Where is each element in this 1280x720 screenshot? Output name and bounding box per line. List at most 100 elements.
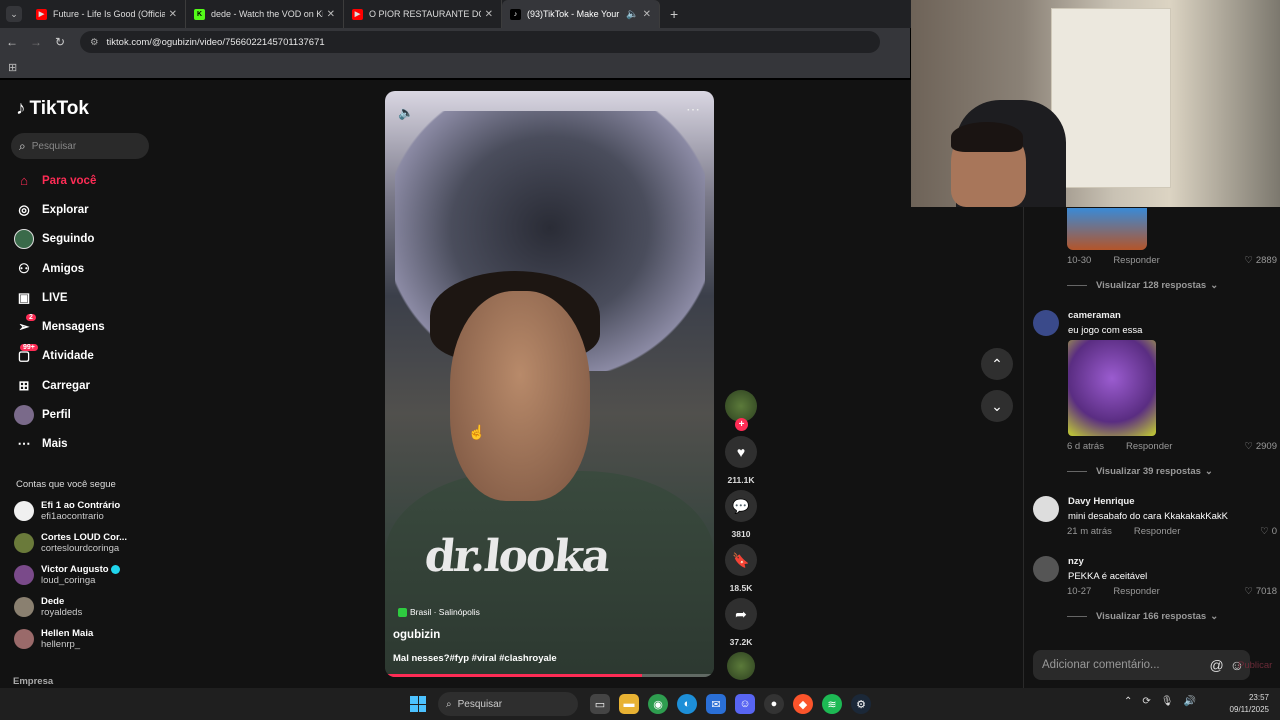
apps-grid-icon[interactable]: ⊞ xyxy=(8,61,17,74)
mention-icon[interactable]: @ xyxy=(1209,657,1223,673)
save-button[interactable]: 🔖 xyxy=(725,544,757,576)
video-progress-bar[interactable] xyxy=(385,674,714,677)
sidebar-item-atividade[interactable]: ▢ 99+ Atividade xyxy=(14,342,105,371)
webcam-cabinet xyxy=(1051,8,1171,188)
comment-sticker-image[interactable] xyxy=(1067,208,1147,250)
forward-arrow-icon[interactable]: → xyxy=(24,35,48,49)
search-input[interactable]: ⌕ Pesquisar xyxy=(11,133,149,159)
followed-account[interactable]: Dede royaldeds xyxy=(14,596,82,618)
new-tab-button[interactable]: + xyxy=(670,6,678,22)
avatar[interactable] xyxy=(1033,496,1059,522)
site-info-icon[interactable]: ⚙ xyxy=(90,37,99,48)
steam-icon[interactable]: ⚙ xyxy=(851,694,871,714)
speaker-icon[interactable]: 🔈 xyxy=(626,9,638,20)
comment-author[interactable]: nzy xyxy=(1068,556,1147,567)
close-tab-icon[interactable]: ✕ xyxy=(643,9,651,20)
outlook-icon[interactable]: ✉ xyxy=(706,694,726,714)
followed-account[interactable]: Victor Augusto loud_coringa xyxy=(14,564,120,586)
reload-icon[interactable]: ↻ xyxy=(48,35,72,49)
address-bar-row: ← → ↻ ⚙ tiktok.com/@ogubizin/video/75660… xyxy=(0,28,910,56)
music-disc-avatar[interactable] xyxy=(727,652,755,680)
chrome-icon[interactable]: ◉ xyxy=(648,694,668,714)
follow-plus-icon[interactable]: + xyxy=(735,418,748,431)
view-replies-button[interactable]: Visualizar 166 respostas ⌄ xyxy=(1067,611,1218,622)
comment-input[interactable]: Adicionar comentário... @ ☺ xyxy=(1033,650,1250,680)
sidebar-item-amigos[interactable]: ⚇ Amigos xyxy=(14,254,105,283)
comment-button[interactable]: 💬 xyxy=(725,490,757,522)
sidebar-item-carregar[interactable]: ⊞ Carregar xyxy=(14,371,105,400)
followed-account[interactable]: Hellen Maia hellenrp_ xyxy=(14,628,93,650)
sidebar-item-explorar[interactable]: ◎ Explorar xyxy=(14,195,105,224)
location-tag[interactable]: Brasil · Salinópolis xyxy=(398,607,480,617)
sidebar-item-para-voce[interactable]: ⌂ Para você xyxy=(14,166,105,195)
discord-icon[interactable]: ☺ xyxy=(735,694,755,714)
like-button[interactable]: ♥ xyxy=(725,436,757,468)
edge-icon[interactable]: ◐ xyxy=(677,694,697,714)
reply-button[interactable]: Responder xyxy=(1126,441,1172,452)
reply-button[interactable]: Responder xyxy=(1113,586,1159,597)
clock-date: 09/11/2025 xyxy=(1229,705,1269,714)
creator-avatar[interactable]: + xyxy=(725,390,757,431)
more-options-icon[interactable]: ⋯ xyxy=(686,101,700,118)
browser-tab[interactable]: ▶ O PIOR RESTAURANTE DO MUN ✕ xyxy=(344,0,502,28)
brave-icon[interactable]: ◆ xyxy=(793,694,813,714)
share-button[interactable]: ➦ xyxy=(725,598,757,630)
microphone-icon[interactable]: 🎙 xyxy=(1161,696,1174,707)
video-player[interactable]: dr.looka 🔈 ⋯ Brasil · Salinópolis ogubiz… xyxy=(385,91,714,677)
next-video-button[interactable]: ⌄ xyxy=(981,390,1013,422)
location-text: Brasil · Salinópolis xyxy=(410,607,480,617)
url-field[interactable]: ⚙ tiktok.com/@ogubizin/video/75660221457… xyxy=(80,31,880,53)
comment-author[interactable]: Davy Henrique xyxy=(1068,496,1228,507)
sidebar-item-label: Seguindo xyxy=(42,233,95,246)
followed-account[interactable]: Cortes LOUD Cor... corteslourdcoringa xyxy=(14,532,127,554)
avatar[interactable] xyxy=(1033,310,1059,336)
taskbar-search[interactable]: ⌕ Pesquisar xyxy=(438,692,578,716)
system-clock[interactable]: 23:57 09/11/2025 xyxy=(1229,692,1269,716)
close-tab-icon[interactable]: ✕ xyxy=(485,9,493,20)
comment-sticker-image[interactable] xyxy=(1068,340,1156,436)
sidebar-item-seguindo[interactable]: Seguindo xyxy=(14,225,105,254)
view-replies-button[interactable]: Visualizar 39 respostas ⌄ xyxy=(1067,466,1213,477)
reply-button[interactable]: Responder xyxy=(1134,526,1180,537)
video-username[interactable]: ogubizin xyxy=(393,629,440,641)
windows-start-icon[interactable] xyxy=(410,696,426,712)
followed-account[interactable]: Efi 1 ao Contrário efi1aocontrario xyxy=(14,500,120,522)
taskbar-apps: ▭ ▬ ◉ ◐ ✉ ☺ ● ◆ ≋ ⚙ xyxy=(590,694,871,714)
volume-icon[interactable]: 🔈 xyxy=(398,105,414,121)
comment-like-button[interactable]: ♡ 2889 xyxy=(1244,255,1277,266)
comment-date: 10-30 xyxy=(1067,255,1092,266)
video-description[interactable]: Mal nesses?#fyp #viral #clashroyale xyxy=(393,653,557,664)
spotify-icon[interactable]: ≋ xyxy=(822,694,842,714)
browser-tab-active[interactable]: ♪ (93)TikTok - Make Your Day 🔈 ✕ xyxy=(502,0,660,28)
reply-button[interactable]: Responder xyxy=(1113,255,1159,266)
sidebar-item-live[interactable]: ▣ LIVE xyxy=(14,283,105,312)
browser-tab[interactable]: K dede - Watch the VOD on Kick ✕ xyxy=(186,0,344,28)
tray-chevron-icon[interactable]: ⌃ xyxy=(1124,696,1132,707)
tab-search-dropdown[interactable]: ⌄ xyxy=(6,6,22,22)
account-username: efi1aocontrario xyxy=(41,511,104,522)
sidebar-item-mais[interactable]: ⋯ Mais xyxy=(14,430,105,459)
post-comment-button[interactable]: Publicar xyxy=(1238,660,1272,671)
obs-icon[interactable]: ● xyxy=(764,694,784,714)
sidebar-item-mensagens[interactable]: ➢ 2 Mensagens xyxy=(14,312,105,341)
tiktok-logo[interactable]: ♪ TikTok xyxy=(16,98,89,120)
footer-empresa-link[interactable]: Empresa xyxy=(13,676,53,687)
task-view-icon[interactable]: ▭ xyxy=(590,694,610,714)
sync-icon[interactable]: ⟳ xyxy=(1142,696,1150,707)
previous-video-button[interactable]: ⌃ xyxy=(981,348,1013,380)
heart-outline-icon: ♡ xyxy=(1260,526,1269,537)
sidebar-item-perfil[interactable]: Perfil xyxy=(14,400,105,429)
close-tab-icon[interactable]: ✕ xyxy=(169,9,177,20)
avatar[interactable] xyxy=(1033,556,1059,582)
view-replies-button[interactable]: Visualizar 128 respostas ⌄ xyxy=(1067,280,1218,291)
back-arrow-icon[interactable]: ← xyxy=(0,35,24,49)
browser-tab[interactable]: ▶ Future - Life Is Good (Official M ✕ xyxy=(28,0,186,28)
close-tab-icon[interactable]: ✕ xyxy=(327,9,335,20)
volume-icon[interactable]: 🔊 xyxy=(1183,696,1195,707)
comment-like-button[interactable]: ♡ 0 xyxy=(1260,526,1277,537)
avatar xyxy=(14,597,34,617)
comment-like-button[interactable]: ♡ 7018 xyxy=(1244,586,1277,597)
file-explorer-icon[interactable]: ▬ xyxy=(619,694,639,714)
comment-author[interactable]: cameraman xyxy=(1068,310,1142,321)
comment-like-button[interactable]: ♡ 2909 xyxy=(1244,441,1277,452)
